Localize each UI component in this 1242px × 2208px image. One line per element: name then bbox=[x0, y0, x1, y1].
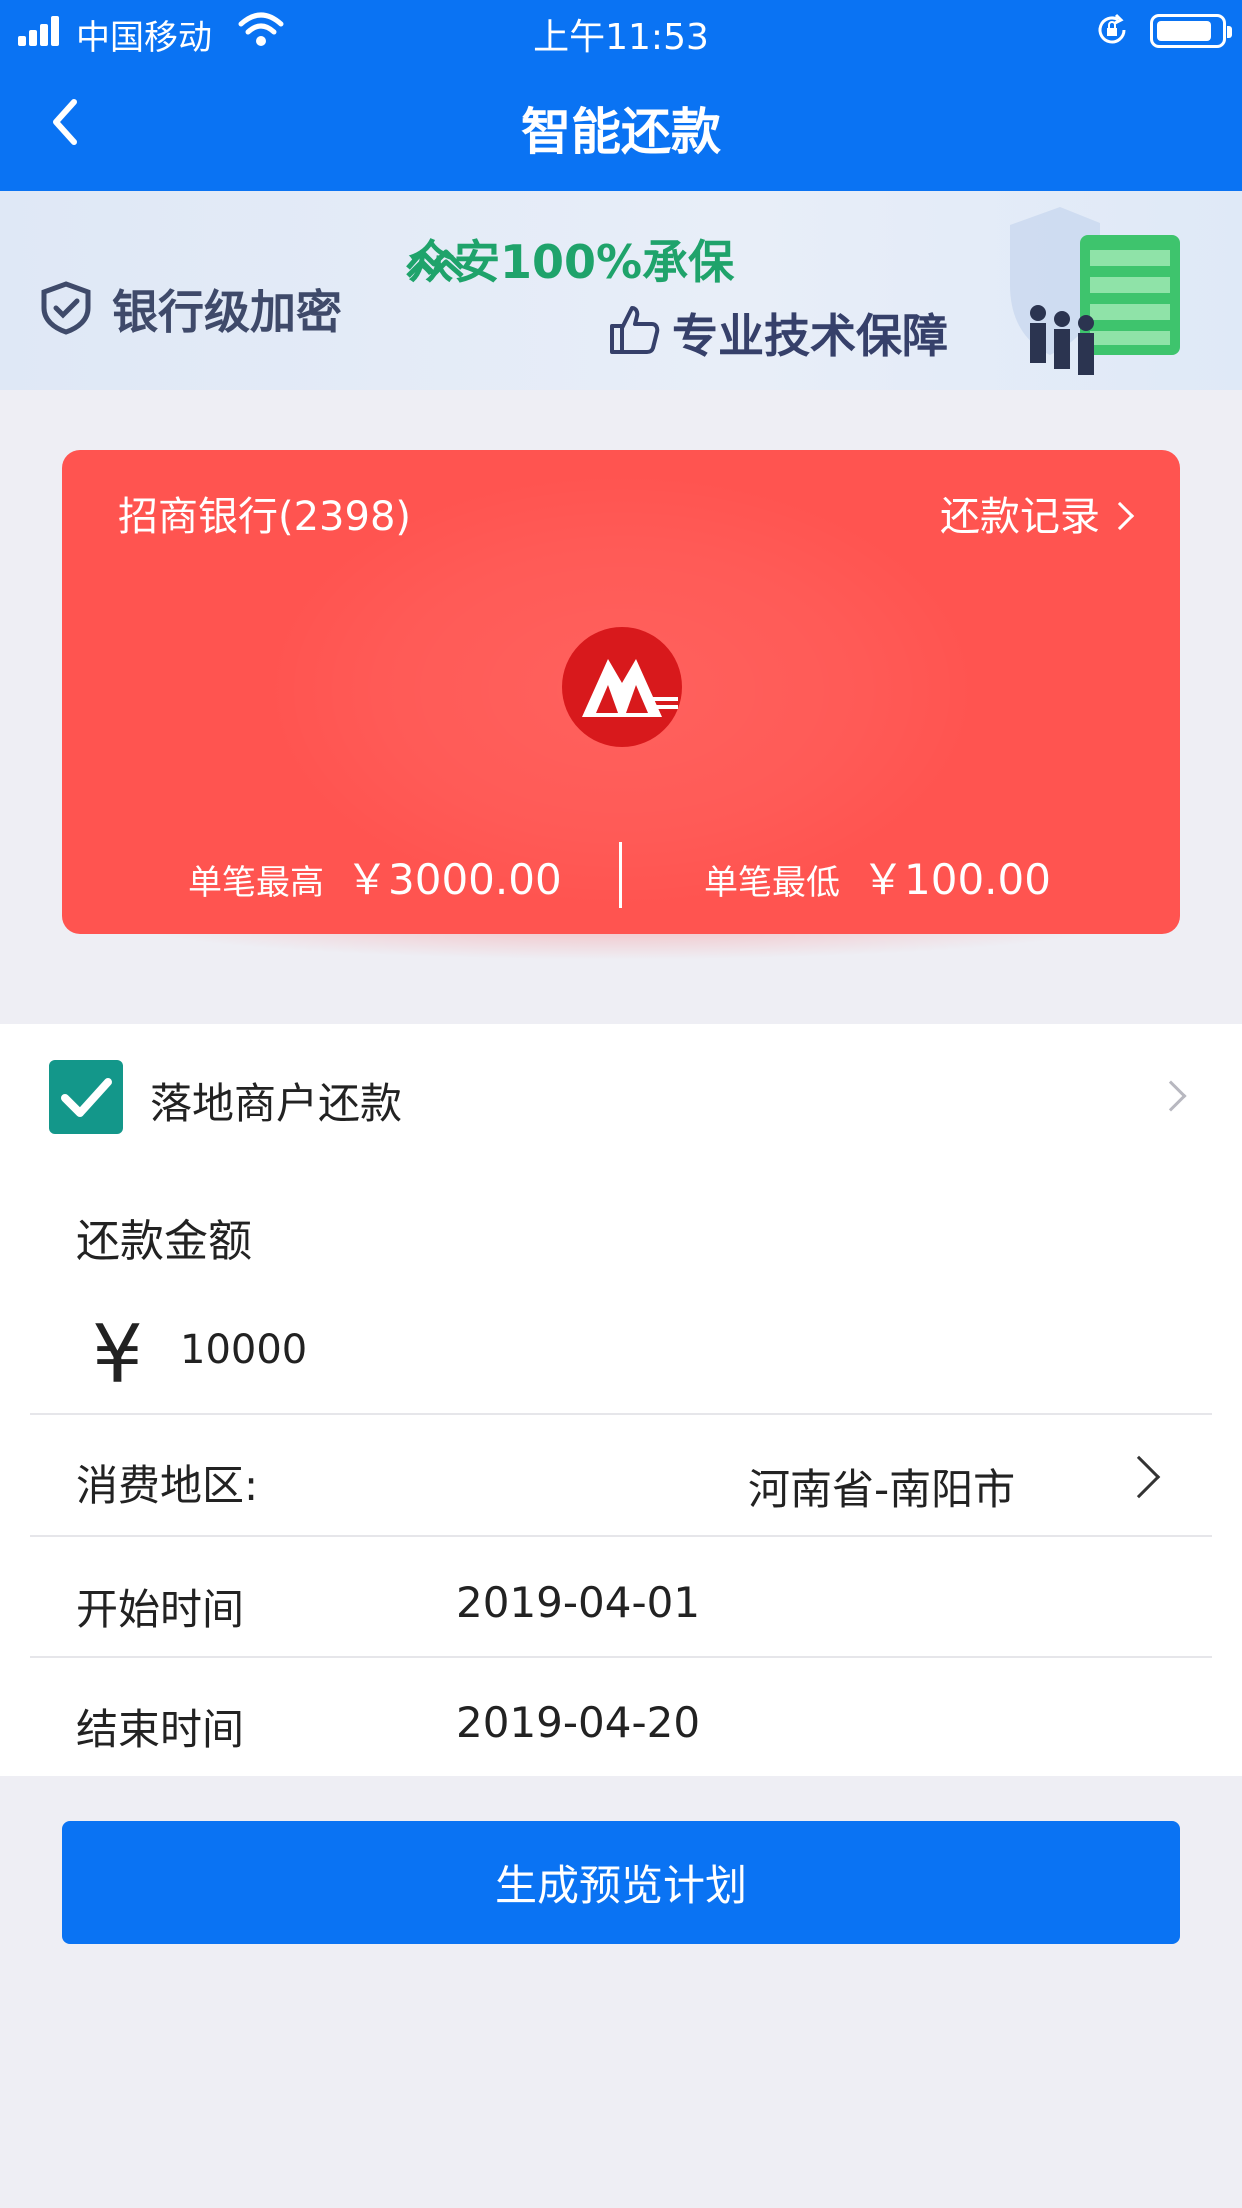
yen-symbol: ¥ bbox=[92, 1308, 143, 1401]
min-limit-label: 单笔最低 bbox=[704, 863, 840, 903]
max-limit-label: 单笔最高 bbox=[188, 863, 324, 903]
end-time-value[interactable]: 2019-04-20 bbox=[456, 1698, 700, 1747]
card-divider bbox=[619, 842, 622, 908]
merchant-repayment-label[interactable]: 落地商户还款 bbox=[150, 1070, 402, 1131]
divider bbox=[30, 1535, 1212, 1537]
divider bbox=[30, 1413, 1212, 1415]
banner-tech-text: 专业技术保障 bbox=[672, 309, 948, 363]
status-bar: 中国移动 上午11:53 bbox=[0, 0, 1242, 62]
app-header: 中国移动 上午11:53 智能还款 bbox=[0, 0, 1242, 191]
repayment-records-link[interactable]: 还款记录 bbox=[940, 484, 1135, 542]
amount-input[interactable] bbox=[180, 1320, 880, 1380]
bank-card: 招商银行(2398) 还款记录 单笔最高 ￥3000.00 单笔最低 ￥100.00 bbox=[62, 450, 1180, 934]
thumbs-up-icon bbox=[610, 306, 660, 354]
generate-plan-button[interactable]: 生成预览计划 bbox=[62, 1821, 1180, 1944]
banner-zhongan-text: 众安100%承保 bbox=[408, 235, 735, 289]
shield-icon bbox=[41, 281, 91, 335]
security-illustration bbox=[1010, 207, 1180, 375]
check-icon bbox=[61, 1078, 112, 1117]
repayment-form bbox=[0, 1024, 1242, 1776]
rotation-lock-icon bbox=[1098, 13, 1126, 44]
start-time-label: 开始时间 bbox=[76, 1585, 245, 1634]
chevron-right-icon bbox=[1105, 501, 1135, 531]
banner-encryption-text: 银行级加密 bbox=[112, 285, 342, 339]
max-limit: 单笔最高 ￥3000.00 bbox=[188, 846, 562, 907]
status-time: 上午11:53 bbox=[533, 17, 709, 58]
amount-label: 还款金额 bbox=[76, 1216, 252, 1267]
merchant-checkbox[interactable] bbox=[49, 1060, 123, 1134]
end-time-label: 结束时间 bbox=[76, 1705, 245, 1754]
divider bbox=[30, 1656, 1212, 1658]
region-value[interactable]: 河南省-南阳市 bbox=[748, 1456, 1015, 1517]
start-time-value[interactable]: 2019-04-01 bbox=[456, 1578, 700, 1627]
cmb-bank-logo-icon bbox=[562, 627, 682, 747]
max-limit-value: ￥3000.00 bbox=[346, 855, 562, 904]
min-limit: 单笔最低 ￥100.00 bbox=[704, 846, 1051, 907]
bank-name: 招商银行(2398) bbox=[118, 494, 412, 540]
page-title: 智能还款 bbox=[521, 103, 721, 161]
battery-icon bbox=[1150, 14, 1232, 48]
region-label: 消费地区: bbox=[76, 1461, 259, 1510]
min-limit-value: ￥100.00 bbox=[862, 855, 1051, 904]
repayment-records-label: 还款记录 bbox=[940, 494, 1100, 540]
